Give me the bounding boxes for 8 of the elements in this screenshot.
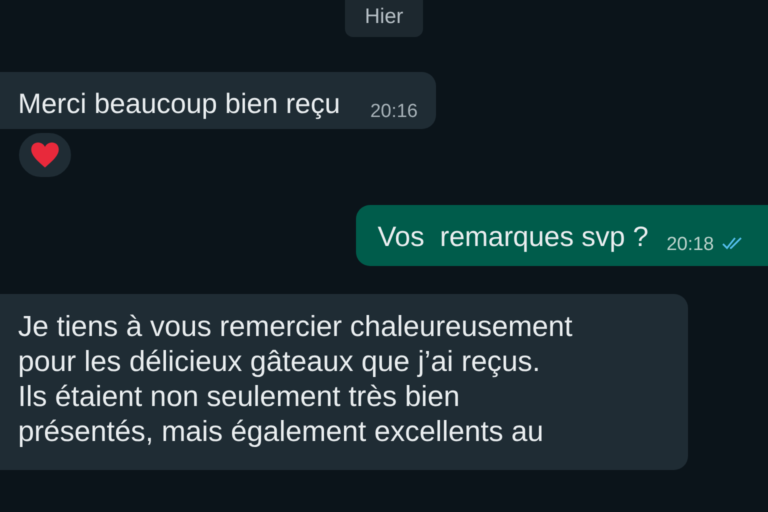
heart-icon [30,141,60,169]
message-time: 20:18 [666,234,714,256]
date-chip: Hier [344,0,424,37]
message-text: Vos remarques svp ? [378,220,648,254]
message-text: Ils étaient non seulement très bien présentés, mais également excellents au [18,380,545,450]
message-text: Merci beaucoup bien reçu [18,87,340,121]
message-time: 20:16 [370,101,418,123]
message-text: Je tiens à vous remercier chaleureusement pour les délicieux gâteaux que j’ai reçus. [18,310,574,380]
